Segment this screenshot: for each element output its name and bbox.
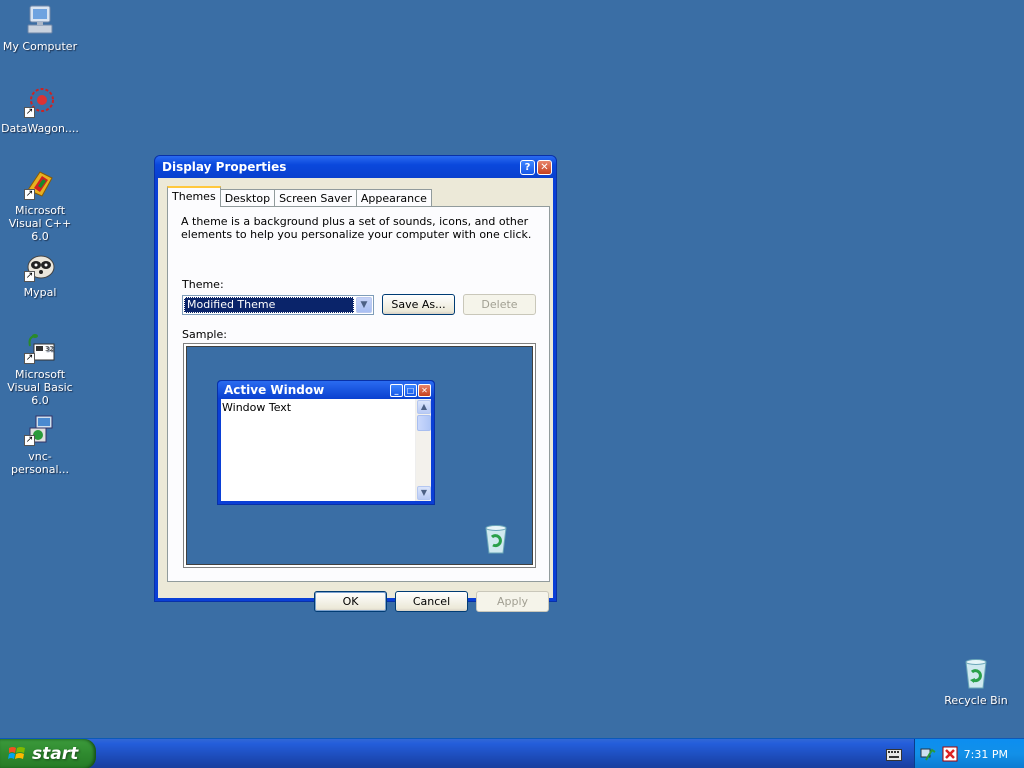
- theme-dropdown[interactable]: Modified Theme ▼: [182, 295, 374, 315]
- scroll-down-icon: ▼: [417, 486, 431, 500]
- theme-description: A theme is a background plus a set of so…: [181, 215, 532, 241]
- desktop-icon-visual-basic[interactable]: 32 ↗ Microsoft Visual Basic 6.0: [1, 332, 79, 407]
- shortcut-arrow-icon: ↗: [24, 435, 35, 446]
- theme-dropdown-value: Modified Theme: [184, 297, 354, 313]
- close-button[interactable]: ✕: [537, 159, 552, 175]
- sample-window-body: Window Text ▲ ▼: [221, 399, 431, 501]
- desktop-icon-label: Microsoft Visual C++ 6.0: [8, 204, 72, 243]
- cancel-button[interactable]: Cancel: [395, 591, 468, 612]
- taskbar: start 7:31 PM: [0, 738, 1024, 768]
- display-properties-window: Display Properties ? ✕ Themes Desktop Sc…: [154, 155, 557, 612]
- mypal-raccoon-icon: ↗: [24, 250, 56, 282]
- sample-label: Sample:: [182, 328, 227, 341]
- help-button[interactable]: ?: [520, 159, 535, 175]
- visual-basic-icon: 32 ↗: [24, 332, 56, 364]
- window-title-bar[interactable]: Display Properties ? ✕: [155, 156, 556, 178]
- theme-sample-preview: Active Window _ □ ✕ Window Text ▲ ▼: [183, 343, 536, 568]
- datawagon-icon: ↗: [24, 86, 56, 118]
- sample-window-title-bar: Active Window _ □ ✕: [218, 381, 434, 399]
- computer-icon: [24, 4, 56, 36]
- tab-desktop[interactable]: Desktop: [219, 189, 276, 207]
- sample-window-title: Active Window: [224, 383, 325, 397]
- shortcut-arrow-icon: ↗: [24, 353, 35, 364]
- sample-window-text: Window Text: [222, 401, 292, 414]
- help-icon: ?: [524, 161, 531, 173]
- themes-tab-panel: A theme is a background plus a set of so…: [167, 206, 550, 582]
- desktop-icon-label: Recycle Bin: [944, 694, 1008, 707]
- theme-label: Theme:: [182, 278, 224, 291]
- desktop-icon-label: DataWagon....: [1, 122, 79, 135]
- svg-text:32: 32: [45, 345, 54, 353]
- shortcut-arrow-icon: ↗: [24, 107, 35, 118]
- close-icon: ✕: [418, 383, 431, 397]
- desktop-icon-vnc[interactable]: ↗ vnc-personal...: [1, 414, 79, 476]
- network-icon[interactable]: [920, 746, 936, 762]
- apply-button[interactable]: Apply: [476, 591, 549, 612]
- minimize-icon: _: [390, 383, 403, 397]
- sample-desktop: Active Window _ □ ✕ Window Text ▲ ▼: [186, 346, 533, 565]
- desktop-icon-my-computer[interactable]: My Computer: [1, 4, 79, 53]
- delete-button[interactable]: Delete: [463, 294, 536, 315]
- start-label: start: [32, 744, 79, 764]
- keyboard-icon[interactable]: [886, 749, 902, 761]
- maximize-icon: □: [404, 383, 417, 397]
- visual-cpp-icon: ↗: [24, 168, 56, 200]
- tab-themes[interactable]: Themes: [167, 186, 221, 207]
- recycle-bin-icon: [482, 524, 510, 554]
- desktop-icon-mypal[interactable]: ↗ Mypal: [1, 250, 79, 299]
- shortcut-arrow-icon: ↗: [24, 189, 35, 200]
- scroll-thumb: [417, 415, 431, 431]
- tab-strip: Themes Desktop Screen Saver Appearance: [167, 186, 432, 207]
- dialog-body: Themes Desktop Screen Saver Appearance A…: [158, 178, 553, 612]
- windows-logo-icon: [8, 747, 25, 759]
- close-icon: ✕: [540, 161, 549, 173]
- tab-screen-saver[interactable]: Screen Saver: [274, 189, 357, 207]
- clock[interactable]: 7:31 PM: [964, 748, 1008, 761]
- desktop-icon-label: Microsoft Visual Basic 6.0: [7, 368, 73, 407]
- scroll-up-icon: ▲: [417, 400, 431, 414]
- recycle-bin-icon: [960, 658, 992, 690]
- chevron-down-icon[interactable]: ▼: [356, 297, 372, 313]
- desktop-icon-label: Mypal: [23, 286, 57, 299]
- desktop-icon-visual-cpp[interactable]: ↗ Microsoft Visual C++ 6.0: [1, 168, 79, 243]
- vnc-icon: ↗: [24, 414, 56, 446]
- desktop-icon-label: My Computer: [2, 40, 78, 53]
- save-as-button[interactable]: Save As...: [382, 294, 455, 315]
- tab-appearance[interactable]: Appearance: [355, 189, 432, 207]
- window-title: Display Properties: [162, 160, 287, 174]
- start-button[interactable]: start: [0, 739, 96, 768]
- system-tray: 7:31 PM: [914, 739, 1024, 768]
- sample-active-window: Active Window _ □ ✕ Window Text ▲ ▼: [217, 380, 435, 505]
- shortcut-arrow-icon: ↗: [24, 271, 35, 282]
- desktop-icon-recycle-bin[interactable]: Recycle Bin: [937, 658, 1015, 707]
- desktop-icon-label: vnc-personal...: [11, 450, 69, 476]
- security-alert-icon[interactable]: [942, 746, 958, 762]
- desktop-icon-datawagon[interactable]: ↗ DataWagon....: [1, 86, 79, 135]
- ok-button[interactable]: OK: [314, 591, 387, 612]
- sample-scrollbar: ▲ ▼: [415, 399, 431, 501]
